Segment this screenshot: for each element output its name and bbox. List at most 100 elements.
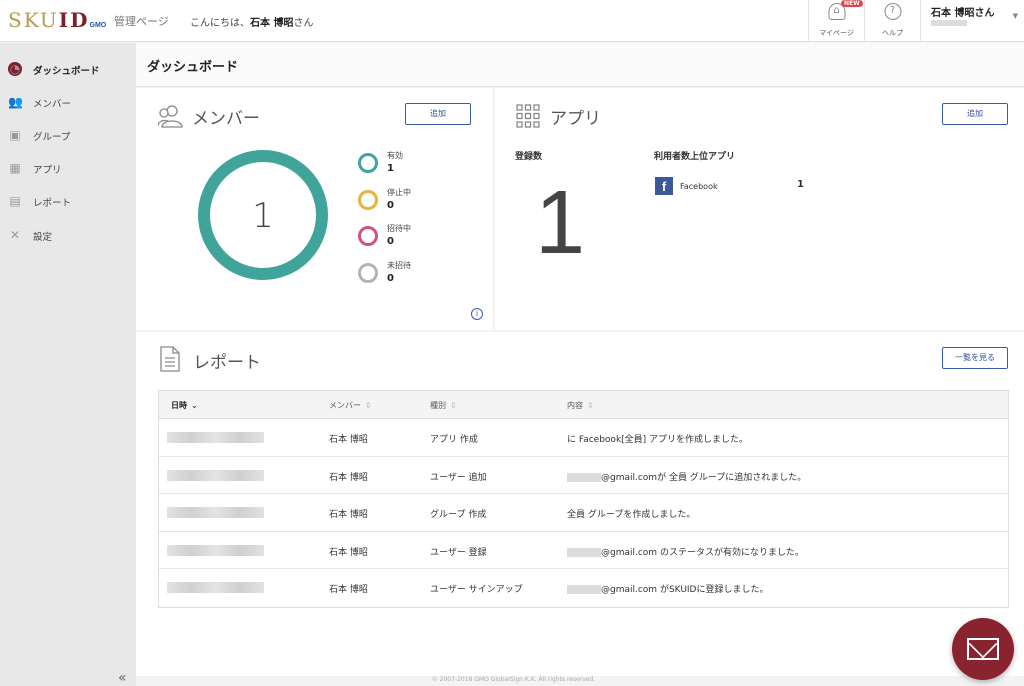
report-panel: レポート 一覧を見る 日時 ⌄ メンバー ⇕ 種別 ⇕ 内容 ⇕ 石本 博昭 アプリ 作… <box>136 332 1024 676</box>
sidebar-item-settings[interactable]: ✕ 設定 <box>0 222 136 248</box>
sidebar-item-report[interactable]: ▤ レポート <box>0 188 136 214</box>
row-member: 石本 博昭 <box>329 435 368 445</box>
row-content: @gmail.com がSKUIDに登録しました。 <box>567 582 769 595</box>
datetime-redacted <box>167 469 264 481</box>
members-icon: 👥 <box>8 95 23 109</box>
apps-panel: アプリ 追加 登録数 1 利用者数上位アプリ f Facebook 1 <box>495 88 1024 330</box>
table-header: 日時 ⌄ メンバー ⇕ 種別 ⇕ 内容 ⇕ <box>159 391 1008 419</box>
row-content: に Facebook[全員] アプリを作成しました。 <box>567 435 749 445</box>
members-title: メンバー <box>192 109 260 129</box>
add-member-button[interactable]: 追加 <box>405 103 471 125</box>
legend-value: 1 <box>387 163 394 174</box>
help-button[interactable]: ? ヘルプ <box>864 0 920 42</box>
legend-ring <box>358 153 378 173</box>
sidebar-item-label: グループ <box>33 132 71 143</box>
email-redacted <box>567 472 601 482</box>
legend-ring <box>358 226 378 246</box>
members-total: 1 <box>252 196 274 236</box>
apps-icon: ▦ <box>9 161 21 175</box>
page-title-bar: ダッシュボード <box>136 43 1024 87</box>
sidebar-item-label: アプリ <box>33 165 62 176</box>
top-app-count: 1 <box>797 179 804 190</box>
sort-icon: ⌄ <box>191 401 198 410</box>
legend-label: 未招待 <box>387 261 411 270</box>
caret-down-icon: ▼ <box>1012 12 1018 20</box>
mypage-button[interactable]: ⌂ NEW マイページ <box>808 0 864 42</box>
members-icon <box>158 105 183 128</box>
help-icon: ? <box>884 3 901 20</box>
new-badge: NEW <box>841 0 863 7</box>
sidebar: ◔ ダッシュボード 👥 メンバー ▣ グループ ▦ アプリ ▤ レポート ✕ 設… <box>0 43 136 686</box>
info-icon[interactable]: i <box>471 308 483 320</box>
help-label: ヘルプ <box>882 29 903 37</box>
legend-active: 有効 1 <box>358 148 458 176</box>
sidebar-item-dashboard[interactable]: ◔ ダッシュボード <box>0 56 136 82</box>
page-title: ダッシュボード <box>147 60 239 75</box>
view-all-button[interactable]: 一覧を見る <box>942 347 1008 369</box>
sidebar-item-apps[interactable]: ▦ アプリ <box>0 155 136 181</box>
legend-label: 有効 <box>387 151 403 160</box>
sort-icon: ⇕ <box>450 401 457 410</box>
email-redacted <box>567 547 601 557</box>
row-member: 石本 博昭 <box>329 510 368 521</box>
datetime-redacted <box>167 582 264 594</box>
table-row: 石本 博昭 グループ 作成 全員 グループを作成しました。 <box>159 494 1008 532</box>
row-type: グループ 作成 <box>430 510 487 521</box>
registered-label: 登録数 <box>515 152 543 162</box>
column-header-type[interactable]: 種別 ⇕ <box>430 400 457 411</box>
sidebar-item-label: ダッシュボード <box>33 66 100 77</box>
email-redacted <box>567 585 601 595</box>
row-content: 全員 グループを作成しました。 <box>567 510 696 521</box>
members-donut: 1 <box>198 150 328 280</box>
row-type: ユーザー 追加 <box>430 472 487 483</box>
row-member: 石本 博昭 <box>329 547 368 558</box>
user-name: 石本 博昭さん <box>931 8 995 19</box>
mypage-label: マイページ <box>819 29 854 37</box>
legend-not-invited: 未招待 0 <box>358 258 458 286</box>
legend-ring <box>358 263 378 283</box>
members-panel: メンバー 追加 1 有効 1 停止中 0 招待中 0 未招待 0 i <box>136 88 493 330</box>
report-table: 日時 ⌄ メンバー ⇕ 種別 ⇕ 内容 ⇕ 石本 博昭 アプリ 作成 に Faceboo… <box>158 390 1009 608</box>
add-app-button[interactable]: 追加 <box>942 103 1008 125</box>
datetime-redacted <box>167 507 264 519</box>
table-row: 石本 博昭 ユーザー サインアップ @gmail.com がSKUIDに登録しま… <box>159 569 1008 607</box>
top-app-name[interactable]: Facebook <box>680 182 718 191</box>
column-header-datetime[interactable]: 日時 ⌄ <box>171 400 198 411</box>
sidebar-item-group[interactable]: ▣ グループ <box>0 122 136 148</box>
table-row: 石本 博昭 ユーザー 追加 @gmail.comが 全員 グループに追加されまし… <box>159 457 1008 495</box>
sidebar-item-label: レポート <box>33 198 72 209</box>
admin-page-label: 管理ページ <box>114 15 169 28</box>
greeting-text: こんにちは、石本 博昭さん <box>190 18 314 29</box>
report-title: レポート <box>193 353 261 373</box>
column-header-content[interactable]: 内容 ⇕ <box>567 400 594 411</box>
sidebar-item-label: メンバー <box>33 99 72 110</box>
report-icon <box>160 346 180 372</box>
collapse-sidebar-button[interactable]: « <box>118 670 127 686</box>
sidebar-item-members[interactable]: 👥 メンバー <box>0 89 136 115</box>
legend-value: 0 <box>387 236 394 247</box>
top-apps-label: 利用者数上位アプリ <box>654 152 736 162</box>
table-row: 石本 博昭 ユーザー 登録 @gmail.com のステータスが有効になりました… <box>159 532 1008 570</box>
row-member: 石本 博昭 <box>329 585 368 596</box>
legend-suspended: 停止中 0 <box>358 185 458 213</box>
user-menu[interactable]: 石本 博昭さん ▼ <box>920 0 1024 42</box>
sort-icon: ⇕ <box>587 401 594 410</box>
row-content: @gmail.com のステータスが有効になりました。 <box>567 545 804 558</box>
legend-label: 停止中 <box>387 188 411 197</box>
legend-value: 0 <box>387 200 394 211</box>
table-row: 石本 博昭 アプリ 作成 に Facebook[全員] アプリを作成しました。 <box>159 419 1008 457</box>
apps-title: アプリ <box>550 109 601 129</box>
skuid-logo[interactable]: SKUIDGMO <box>8 8 106 32</box>
sort-icon: ⇕ <box>365 401 372 410</box>
contact-mail-button[interactable] <box>952 618 1014 680</box>
legend-value: 0 <box>387 273 394 284</box>
row-content: @gmail.comが 全員 グループに追加されました。 <box>567 470 806 483</box>
user-email-redacted <box>931 20 967 26</box>
legend-invited: 招待中 0 <box>358 221 458 249</box>
datetime-redacted <box>167 432 264 443</box>
column-header-member[interactable]: メンバー ⇕ <box>329 400 372 411</box>
row-type: ユーザー 登録 <box>430 547 487 558</box>
facebook-icon: f <box>655 177 673 195</box>
settings-icon: ✕ <box>9 228 21 242</box>
apps-grid-icon <box>516 104 540 128</box>
